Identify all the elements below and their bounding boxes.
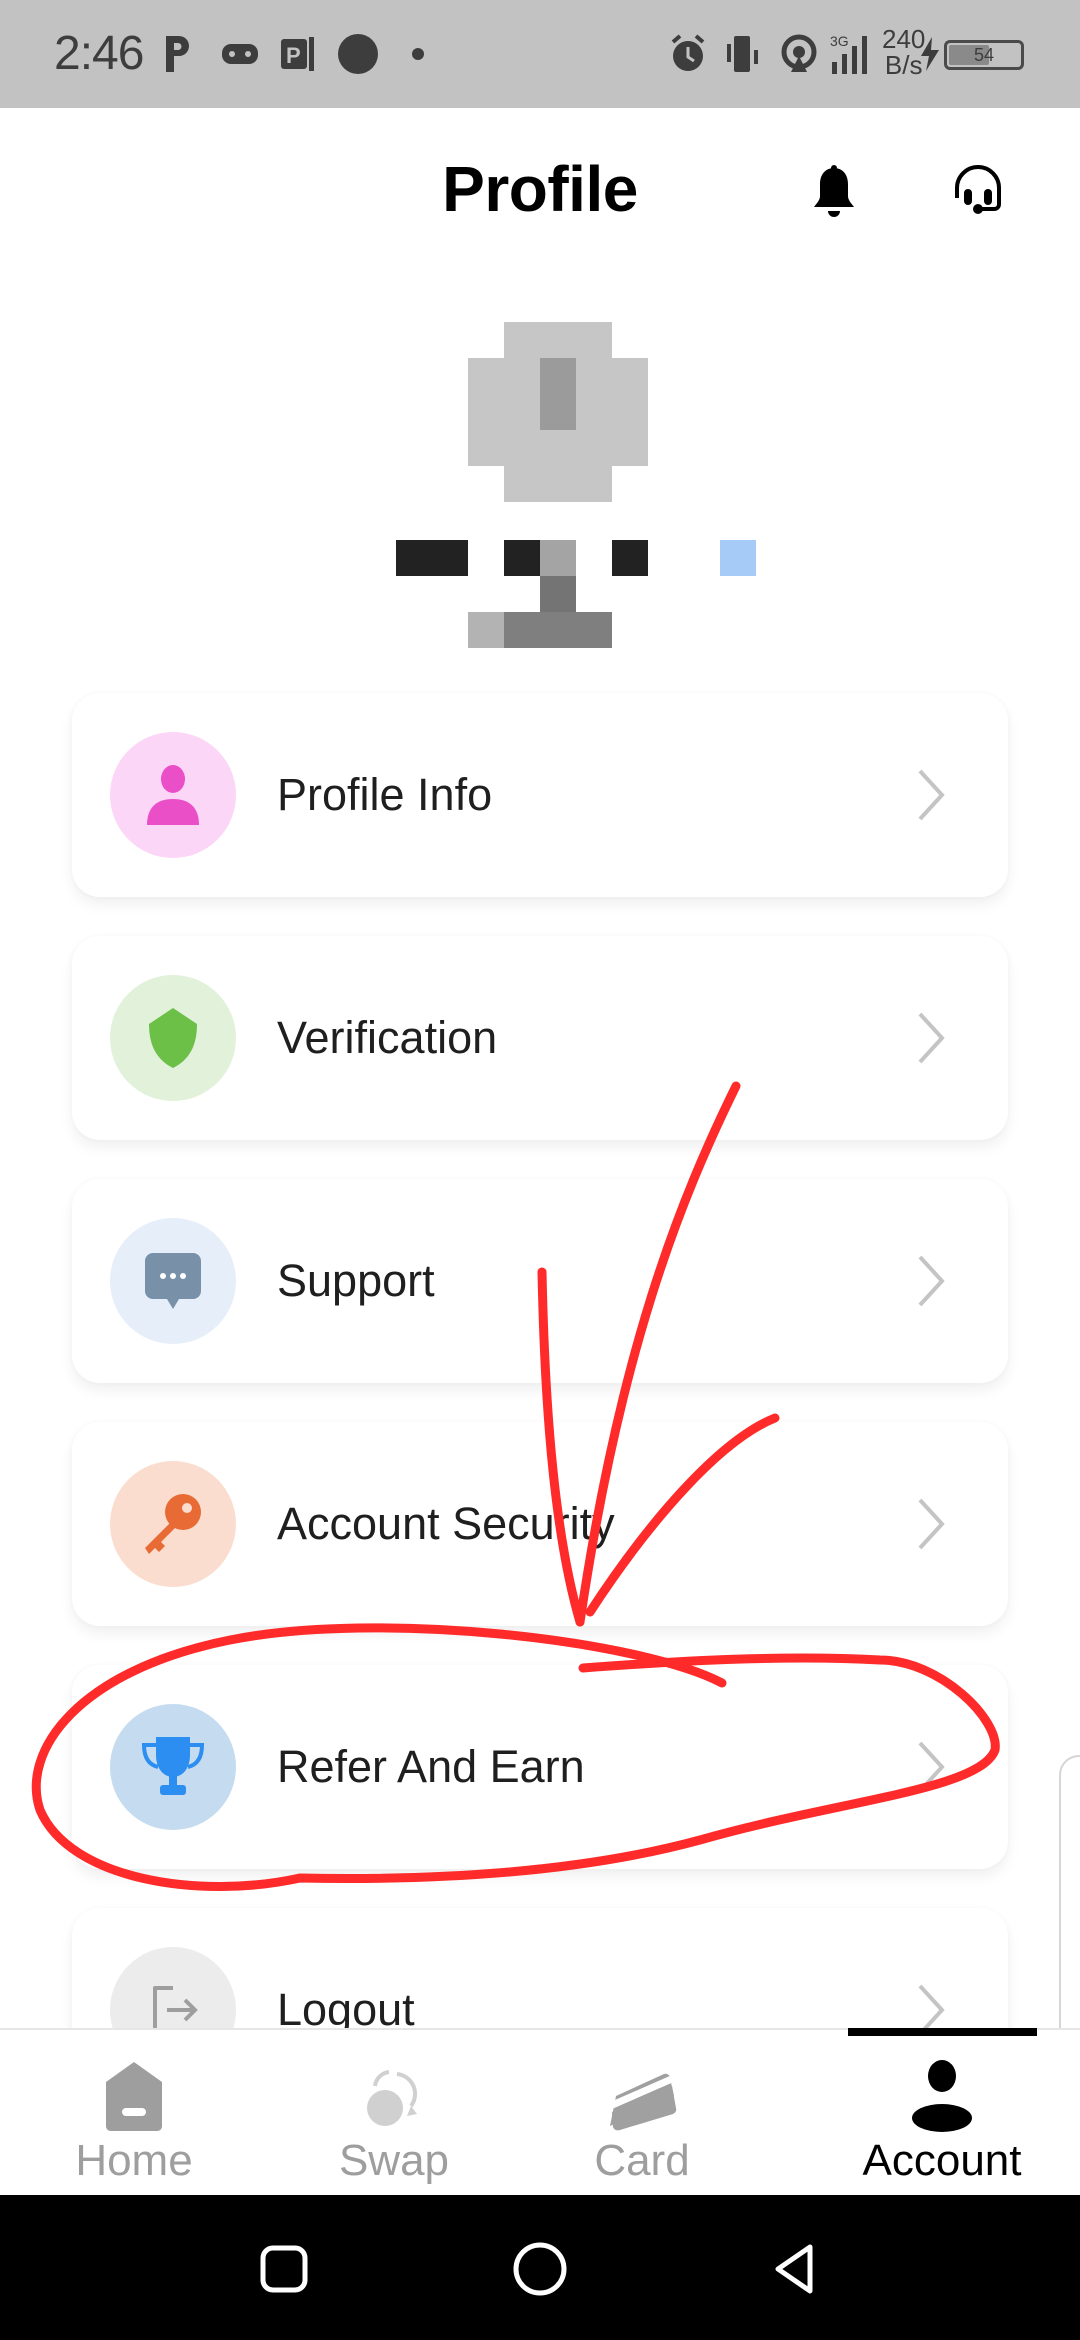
card-icon: [608, 2073, 677, 2131]
recents-icon: [260, 2245, 308, 2293]
nav-tab-card[interactable]: Card: [548, 2030, 736, 2197]
refer-and-earn-icon-badge: [110, 1704, 236, 1830]
vibrate-icon: [722, 34, 764, 74]
swap-icon: [367, 2070, 418, 2126]
verification-icon-badge: [110, 975, 236, 1101]
chevron-right-icon: [918, 1255, 945, 1307]
nav-tab-label: Home: [75, 2136, 193, 2185]
gamepad-icon: [220, 34, 260, 74]
back-icon: [775, 2244, 813, 2294]
svg-text:P: P: [286, 43, 301, 68]
avatar[interactable]: [468, 322, 648, 502]
system-navigation-bar: [0, 2195, 1080, 2340]
app-notification-icon: P: [278, 34, 318, 74]
bell-icon: [814, 165, 854, 217]
chevron-right-icon: [918, 1012, 945, 1064]
notifications-button[interactable]: [802, 160, 866, 224]
menu-item-verification[interactable]: Verification: [72, 936, 1008, 1140]
back-button[interactable]: [762, 2237, 826, 2301]
profile-menu: Profile Info Verification Support Accoun…: [72, 693, 1008, 2151]
network-type-label: 3G: [830, 33, 849, 49]
chevron-right-icon: [918, 1741, 945, 1793]
menu-item-label: Verification: [277, 1012, 498, 1063]
status-bar: 2:46 P 3G 240 B/s 54: [0, 0, 1080, 108]
menu-item-label: Account Security: [277, 1498, 615, 1549]
user-icon: [147, 765, 199, 825]
nav-tab-label: Card: [594, 2136, 690, 2185]
menu-item-profile-info[interactable]: Profile Info: [72, 693, 1008, 897]
bottom-navigation: Home Swap Card Account: [0, 2028, 1080, 2195]
account-icon: [912, 2060, 972, 2132]
hotspot-icon: [778, 34, 820, 74]
shield-icon: [149, 1008, 197, 1068]
menu-item-label: Profile Info: [277, 769, 493, 820]
home-button[interactable]: [508, 2237, 572, 2301]
menu-item-label: Support: [277, 1255, 435, 1306]
battery-icon: 54: [944, 40, 1024, 70]
menu-item-account-security[interactable]: Account Security: [72, 1422, 1008, 1626]
nav-tab-home[interactable]: Home: [40, 2030, 228, 2197]
dot-icon: [410, 34, 426, 74]
nav-tab-label: Account: [862, 2136, 1022, 2185]
home-circle-icon: [513, 2242, 567, 2296]
parking-icon: [160, 34, 196, 74]
chat-bubble-icon: [145, 1253, 201, 1309]
alarm-icon: [668, 34, 708, 74]
nav-tab-account[interactable]: Account: [828, 2030, 1056, 2197]
edge-panel-handle[interactable]: [1059, 1755, 1080, 2075]
page-title: Profile: [442, 153, 638, 225]
profile-name-redacted: [396, 540, 766, 650]
nav-tab-swap[interactable]: Swap: [300, 2030, 488, 2197]
trophy-icon: [141, 1737, 205, 1795]
headset-icon: [955, 165, 1001, 214]
nav-tab-label: Swap: [338, 2136, 450, 2185]
support-icon-badge: [110, 1218, 236, 1344]
profile-info-icon-badge: [110, 732, 236, 858]
battery-level: 54: [973, 45, 995, 65]
key-icon: [145, 1494, 201, 1554]
menu-item-refer-and-earn[interactable]: Refer And Earn: [72, 1665, 1008, 1869]
status-time: 2:46: [54, 27, 144, 80]
circle-notification-icon: [336, 34, 380, 74]
signal-icon: 3G: [830, 33, 878, 74]
support-headset-button[interactable]: [946, 160, 1010, 224]
charging-icon: [918, 34, 942, 74]
menu-item-support[interactable]: Support: [72, 1179, 1008, 1383]
account-security-icon-badge: [110, 1461, 236, 1587]
chevron-right-icon: [918, 1498, 945, 1550]
home-icon: [106, 2062, 162, 2131]
chevron-right-icon: [918, 769, 945, 821]
recents-button[interactable]: [252, 2237, 316, 2301]
menu-item-label: Refer And Earn: [277, 1741, 585, 1792]
